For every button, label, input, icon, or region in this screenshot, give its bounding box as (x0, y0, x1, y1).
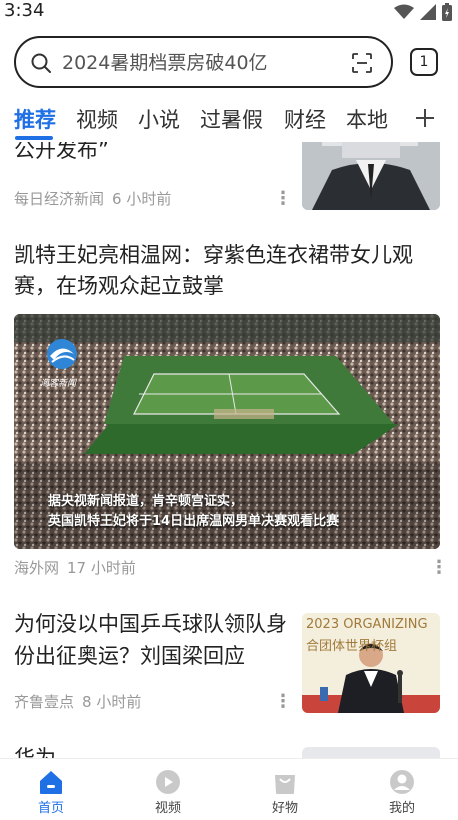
article-title[interactable]: 凯特王妃亮相温网：穿紫色连衣裙带女儿观赛，在场观众起立鼓掌 (14, 240, 434, 302)
article-source: 海外网 (14, 559, 60, 577)
user-profile-icon (390, 770, 414, 794)
video-caption: 英国凯特王妃将于14日出席温网男单决赛观看比赛 (48, 514, 340, 529)
channel-tab-local[interactable]: 本地 (346, 106, 388, 134)
search-row: 2024暑期档票房破40亿 1 (0, 34, 458, 90)
status-time: 3:34 (4, 0, 45, 21)
scan-icon[interactable] (351, 52, 373, 74)
more-options-icon[interactable]: ⋮ (430, 558, 448, 578)
home-icon (40, 771, 62, 794)
bottom-nav: 首页 视频 好物 我的 (0, 758, 458, 820)
article-source: 齐鲁壹点 (14, 693, 75, 711)
thumbnail-banner-text: 合团体世界杯组 (306, 639, 398, 654)
wifi-icon (394, 4, 414, 19)
nav-label: 我的 (388, 801, 415, 816)
video-play-icon (156, 770, 180, 794)
search-icon (31, 53, 51, 73)
article-thumbnail[interactable] (302, 747, 440, 758)
active-tab-indicator (15, 136, 53, 140)
video-logo-text: 海客新闻 (40, 379, 77, 389)
shopping-bag-icon (275, 775, 295, 794)
nav-label: 好物 (271, 801, 298, 816)
nav-label: 视频 (154, 801, 181, 816)
channel-tab-novel[interactable]: 小说 (138, 106, 180, 134)
signal-icon (420, 4, 436, 20)
channel-tab-video[interactable]: 视频 (76, 106, 118, 134)
channel-tab-summer[interactable]: 过暑假 (200, 106, 263, 134)
article-meta: 齐鲁壹点 8 小时前 (14, 692, 141, 712)
status-icons (394, 3, 452, 21)
video-caption: 据央视新闻报道，肯辛顿宫证实， (48, 494, 244, 509)
video-thumbnail[interactable]: 海客新闻 据央视新闻报道，肯辛顿宫证实， 英国凯特王妃将于14日出席温网男单决赛… (14, 314, 440, 549)
article-source: 每日经济新闻 (14, 190, 105, 208)
channel-bar: 推荐 视频 小说 过暑假 财经 本地 (0, 98, 458, 142)
article-thumbnail[interactable]: 2023 ORGANIZING 合团体世界杯组 (302, 613, 440, 713)
video-source-logo (40, 336, 84, 372)
article-time: 17 小时前 (67, 559, 136, 577)
channel-tab-recommend[interactable]: 推荐 (14, 106, 56, 134)
article-meta: 海外网 17 小时前 (14, 558, 136, 578)
article-title[interactable]: 华为… (14, 742, 77, 758)
thumbnail-banner-text: 2023 ORGANIZING (306, 617, 428, 632)
nav-video[interactable]: 视频 (128, 767, 208, 819)
article-time: 6 小时前 (112, 190, 172, 208)
article-meta: 每日经济新闻 6 小时前 (14, 189, 171, 209)
search-input[interactable]: 2024暑期档票房破40亿 (62, 50, 268, 76)
nav-label: 首页 (37, 801, 64, 816)
channel-tab-finance[interactable]: 财经 (284, 106, 326, 134)
article-title[interactable]: 为何没以中国乒乓球队领队身份出征奥运？刘国梁回应 (14, 608, 294, 672)
add-channel-icon[interactable] (413, 106, 437, 130)
article-thumbnail[interactable] (302, 142, 440, 210)
more-options-icon[interactable]: ⋮ (274, 692, 292, 712)
article-title[interactable]: 公开发布” (14, 142, 109, 165)
search-box[interactable]: 2024暑期档票房破40亿 (14, 36, 393, 88)
article-time: 8 小时前 (82, 693, 142, 711)
status-bar: 3:34 (0, 0, 458, 24)
nav-home[interactable]: 首页 (11, 767, 91, 819)
news-feed[interactable]: 公开发布” 每日经济新闻 6 小时前 ⋮ 凯特王妃亮相温网：穿紫色连衣裙带女儿观赛… (0, 142, 458, 758)
battery-icon (442, 3, 452, 21)
more-options-icon[interactable]: ⋮ (274, 189, 292, 209)
nav-profile[interactable]: 我的 (362, 767, 442, 819)
nav-shop[interactable]: 好物 (245, 767, 325, 819)
tab-counter-button[interactable]: 1 (410, 48, 438, 76)
